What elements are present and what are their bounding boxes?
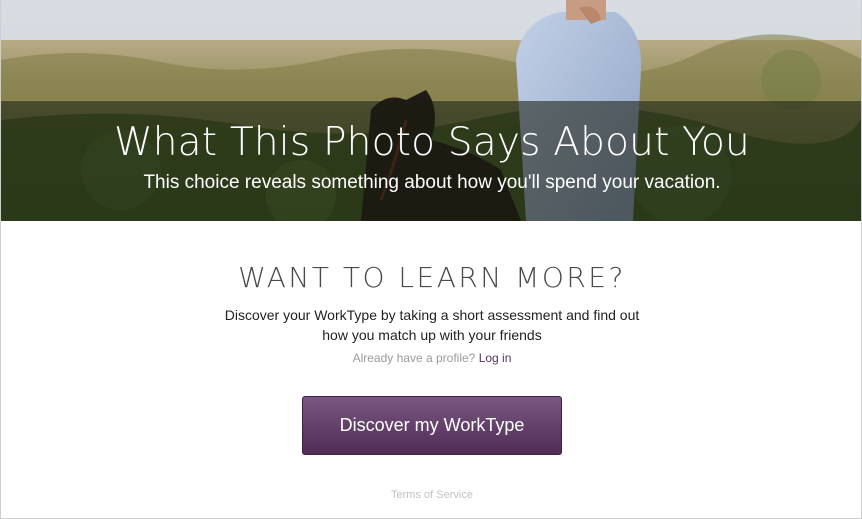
- hero-title: What This Photo Says About You: [114, 120, 750, 165]
- login-link[interactable]: Log in: [479, 351, 512, 365]
- page: What This Photo Says About You This choi…: [0, 0, 862, 519]
- terms-of-service-link[interactable]: Terms of Service: [1, 489, 861, 501]
- learn-more-heading: WANT TO LEARN MORE?: [238, 261, 626, 294]
- learn-more-description: Discover your WorkType by taking a short…: [224, 307, 640, 343]
- profile-prompt-line: Already have a profile? Log in: [1, 350, 861, 366]
- discover-worktype-button[interactable]: Discover my WorkType: [302, 396, 562, 455]
- hero-banner: What This Photo Says About You This choi…: [1, 0, 861, 221]
- profile-prompt-text: Already have a profile?: [352, 351, 476, 365]
- hero-subtitle: This choice reveals something about how …: [143, 172, 721, 193]
